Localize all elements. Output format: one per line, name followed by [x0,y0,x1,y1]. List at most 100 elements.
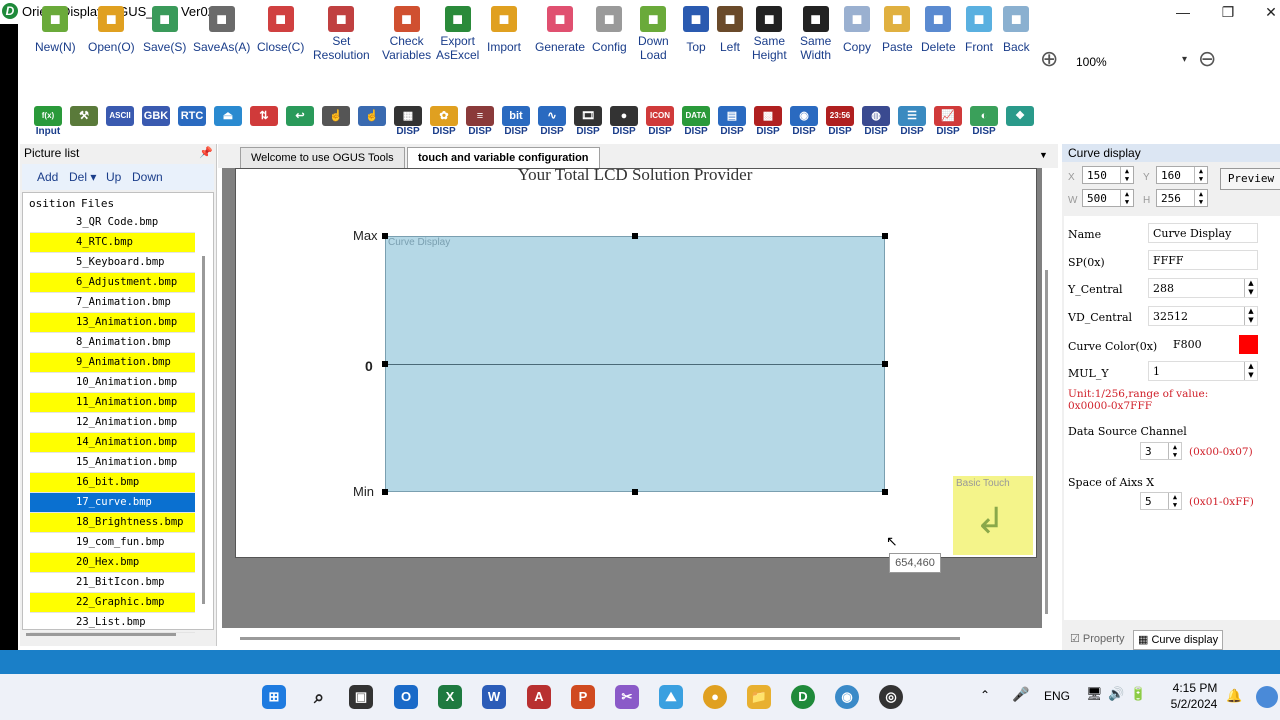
file-explorer-icon[interactable]: 📁 [747,685,771,709]
toolbar-button[interactable]: ■ Export AsExcel [436,6,479,62]
delete-button[interactable]: Del ▾ [69,170,96,184]
zoom-out-icon[interactable]: ⊖ [1198,46,1216,72]
maximize-button[interactable]: ❐ [1205,0,1251,24]
toolbar-button[interactable]: ■ Paste [882,6,913,54]
resize-handle[interactable] [382,489,388,495]
list-item[interactable]: 14_Animation.bmp [30,433,195,453]
list-item[interactable]: 16_bit.bmp [30,473,195,493]
toolbar-button[interactable]: ■ Import [487,6,521,54]
files-column-header[interactable]: Files [81,197,114,210]
control-button[interactable]: ☰ DISP [896,106,928,140]
name-field[interactable]: Curve Display [1148,223,1258,243]
width-field[interactable]: 500 ▲ ▼ [1082,189,1134,207]
list-item[interactable]: 7_Animation.bmp [30,293,195,313]
up-button[interactable]: Up [106,170,121,184]
list-item[interactable]: 23_List.bmp [30,613,195,633]
list-item[interactable]: 22_Graphic.bmp [30,593,195,613]
control-button[interactable]: bit DISP [500,106,532,140]
toolbar-button[interactable]: ■ Left [717,6,743,54]
minimize-button[interactable]: — [1160,0,1206,24]
clock-time[interactable]: 4:15 PM [1170,681,1220,695]
sp-field[interactable]: FFFF [1148,250,1258,270]
control-button[interactable]: ☝ [320,106,352,140]
snipping-tool-icon[interactable]: ✂ [615,685,639,709]
control-button[interactable]: ⇅ [248,106,280,140]
toolbar-button[interactable]: ■ Generate [535,6,585,54]
control-button[interactable]: ✿ DISP [428,106,460,140]
access-icon[interactable]: A [527,685,551,709]
control-button[interactable]: ↩ [284,106,316,140]
outlook-icon[interactable]: O [394,685,418,709]
y-position-field[interactable]: 160 ▲ ▼ [1156,166,1208,184]
excel-taskbar-icon[interactable]: X [438,685,462,709]
microphone-icon[interactable]: 🎤 [1012,686,1029,703]
control-button[interactable]: ☝ [356,106,388,140]
list-item[interactable]: 3_QR Code.bmp [30,213,195,233]
search-icon[interactable]: ⌕ [307,685,331,709]
control-button[interactable]: ⚒ [68,106,100,140]
notification-bell-icon[interactable]: 🔔 [1226,688,1242,704]
toolbar-button[interactable]: ■ Back [1003,6,1030,54]
pin-icon[interactable]: 📌 [199,146,213,159]
list-item[interactable]: 20_Hex.bmp [30,553,195,573]
x-position-field[interactable]: 150 ▲ ▼ [1082,166,1134,184]
list-item[interactable]: 8_Animation.bmp [30,333,195,353]
powerpoint-icon[interactable]: P [571,685,595,709]
y-central-field[interactable]: 288 ▲ ▼ [1148,278,1258,298]
list-item[interactable]: 11_Animation.bmp [30,393,195,413]
resize-handle[interactable] [632,489,638,495]
language-indicator[interactable]: ENG [1044,689,1070,703]
toolbar-button[interactable]: ■ Down Load [638,6,669,62]
list-item[interactable]: 15_Animation.bmp [30,453,195,473]
canvas-vertical-scrollbar[interactable] [1045,270,1048,614]
close-window-button[interactable]: ✕ [1248,0,1280,24]
toolbar-button[interactable]: ■ Check Variables [382,6,431,62]
toolbar-button[interactable]: ■ Delete [921,6,956,54]
control-button[interactable]: ⏏ [212,106,244,140]
resize-handle[interactable] [882,361,888,367]
control-button[interactable]: ◉ DISP [788,106,820,140]
zoom-dropdown-icon[interactable]: ▾ [1182,54,1187,65]
zoom-in-icon[interactable]: ⊕ [1040,46,1058,72]
curve-color-field[interactable]: F800 [1168,334,1236,354]
toolbar-button[interactable]: ■ Same Width [800,6,831,62]
list-item[interactable]: 4_RTC.bmp [30,233,195,253]
list-item[interactable]: 5_Keyboard.bmp [30,253,195,273]
control-button[interactable]: DATA DISP [680,106,712,140]
space-of-axis-x-field[interactable]: 5 ▲ ▼ [1140,492,1182,510]
preview-button[interactable]: Preview [1220,168,1280,190]
toolbar-button[interactable]: ■ SaveAs(A) [193,6,250,54]
toolbar-button[interactable]: ■ Same Height [752,6,787,62]
control-button[interactable]: ∿ DISP [536,106,568,140]
battery-icon[interactable]: 🔋 [1130,686,1146,702]
control-button[interactable]: RTC [176,106,208,140]
list-item[interactable]: 6_Adjustment.bmp [30,273,195,293]
control-button[interactable]: ◍ DISP [860,106,892,140]
control-button[interactable]: GBK [140,106,172,140]
zoom-level[interactable]: 100% [1076,55,1107,69]
control-button[interactable]: ▤ DISP [716,106,748,140]
word-icon[interactable]: W [482,685,506,709]
resize-handle[interactable] [632,233,638,239]
list-item[interactable]: 9_Animation.bmp [30,353,195,373]
resize-handle[interactable] [382,361,388,367]
copilot-icon[interactable] [1256,686,1278,708]
toolbar-button[interactable]: ■ Save(S) [143,6,186,54]
control-button[interactable]: ▦ DISP [392,106,424,140]
control-button[interactable]: ● DISP [608,106,640,140]
control-button[interactable]: 📈 DISP [932,106,964,140]
list-item[interactable]: 21_BitIcon.bmp [30,573,195,593]
color-swatch[interactable] [1239,335,1258,354]
control-button[interactable]: ASCII [104,106,136,140]
tab-property[interactable]: ☑ Property [1066,630,1129,648]
data-source-channel-field[interactable]: 3 ▲ ▼ [1140,442,1182,460]
control-button[interactable]: ◐ DISP [968,106,1000,140]
control-button[interactable]: ▩ DISP [752,106,784,140]
add-button[interactable]: Add [37,170,58,184]
tab-list-dropdown-icon[interactable]: ▼ [1039,150,1048,160]
toolbar-button[interactable]: ■ Copy [843,6,871,54]
toolbar-button[interactable]: ■ Open(O) [88,6,135,54]
height-field[interactable]: 256 ▲ ▼ [1156,189,1208,207]
resize-handle[interactable] [882,233,888,239]
orient-display-taskbar-icon[interactable]: D [791,685,815,709]
